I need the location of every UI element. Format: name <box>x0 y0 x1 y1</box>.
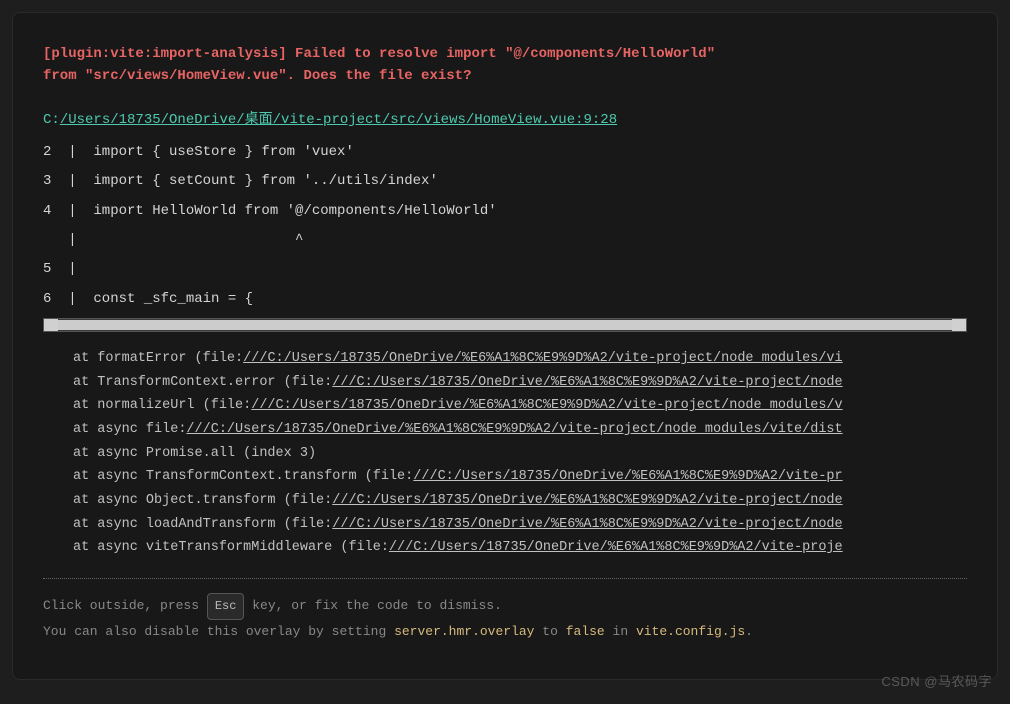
esc-key-badge: Esc <box>207 593 245 620</box>
stack-trace: at formatError (file:///C:/Users/18735/O… <box>73 347 967 560</box>
tip-text: key, or fix the code to dismiss. <box>244 598 501 613</box>
scroll-right-arrow-icon[interactable] <box>952 319 966 331</box>
code-line: 2 | import { useStore } from 'vuex' <box>43 138 967 167</box>
watermark: CSDN @马农码字 <box>881 671 992 690</box>
stack-line: at async viteTransformMiddleware (file:/… <box>73 536 967 560</box>
stack-line: at normalizeUrl (file:///C:/Users/18735/… <box>73 394 967 418</box>
error-message-2: from "src/views/HomeView.vue". Does the … <box>43 68 471 84</box>
config-key: server.hmr.overlay <box>394 624 534 639</box>
code-line: 4 | import HelloWorld from '@/components… <box>43 197 967 226</box>
stack-prefix: at async loadAndTransform (file: <box>73 517 332 532</box>
tip-text: Click outside, press <box>43 598 207 613</box>
error-message-1: Failed to resolve import "@/components/H… <box>287 46 715 62</box>
stack-prefix: at formatError (file: <box>73 351 243 366</box>
stack-prefix: at TransformContext.error (file: <box>73 375 332 390</box>
stack-prefix: at async file: <box>73 422 186 437</box>
stack-file-link[interactable]: ///C:/Users/18735/OneDrive/%E6%A1%8C%E9%… <box>332 375 842 390</box>
stack-file-link[interactable]: ///C:/Users/18735/OneDrive/%E6%A1%8C%E9%… <box>251 398 842 413</box>
stack-prefix: at async viteTransformMiddleware (file: <box>73 540 389 555</box>
stack-line: at async loadAndTransform (file:///C:/Us… <box>73 513 967 537</box>
plugin-tag: [plugin:vite:import-analysis] <box>43 46 287 62</box>
config-file: vite.config.js <box>636 624 745 639</box>
stack-line: at async file:///C:/Users/18735/OneDrive… <box>73 418 967 442</box>
dismiss-tip: Click outside, press Esc key, or fix the… <box>43 593 967 620</box>
stack-prefix: at async TransformContext.transform (fil… <box>73 469 413 484</box>
stack-line: at async Promise.all (index 3) <box>73 442 967 466</box>
code-line: 6 | const _sfc_main = { <box>43 285 967 314</box>
stack-prefix: at async Promise.all (index 3) <box>73 446 316 461</box>
stack-line: at async Object.transform (file:///C:/Us… <box>73 489 967 513</box>
tip-text: . <box>745 624 753 639</box>
file-drive: C: <box>43 112 60 128</box>
code-frame: 2 | import { useStore } from 'vuex'3 | i… <box>43 138 967 314</box>
stack-prefix: at async Object.transform (file: <box>73 493 332 508</box>
scroll-left-arrow-icon[interactable] <box>44 319 58 331</box>
code-line: 3 | import { setCount } from '../utils/i… <box>43 167 967 196</box>
config-value: false <box>566 624 605 639</box>
tip-text: to <box>535 624 566 639</box>
stack-line: at formatError (file:///C:/Users/18735/O… <box>73 347 967 371</box>
stack-file-link[interactable]: ///C:/Users/18735/OneDrive/%E6%A1%8C%E9%… <box>243 351 843 366</box>
stack-file-link[interactable]: ///C:/Users/18735/OneDrive/%E6%A1%8C%E9%… <box>389 540 843 555</box>
stack-prefix: at normalizeUrl (file: <box>73 398 251 413</box>
code-line: | ^ <box>43 226 967 255</box>
disable-tip: You can also disable this overlay by set… <box>43 620 967 645</box>
stack-file-link[interactable]: ///C:/Users/18735/OneDrive/%E6%A1%8C%E9%… <box>332 493 842 508</box>
file-path: /Users/18735/OneDrive/桌面/vite-project/sr… <box>60 112 617 128</box>
stack-file-link[interactable]: ///C:/Users/18735/OneDrive/%E6%A1%8C%E9%… <box>413 469 842 484</box>
horizontal-scrollbar[interactable] <box>43 318 967 332</box>
tip-text: in <box>605 624 636 639</box>
divider <box>43 578 967 579</box>
stack-file-link[interactable]: ///C:/Users/18735/OneDrive/%E6%A1%8C%E9%… <box>332 517 842 532</box>
file-location[interactable]: C:/Users/18735/OneDrive/桌面/vite-project/… <box>43 108 617 128</box>
vite-error-overlay: [plugin:vite:import-analysis] Failed to … <box>12 12 998 680</box>
code-line: 5 | <box>43 255 967 284</box>
stack-file-link[interactable]: ///C:/Users/18735/OneDrive/%E6%A1%8C%E9%… <box>186 422 842 437</box>
tip-text: You can also disable this overlay by set… <box>43 624 394 639</box>
stack-line: at async TransformContext.transform (fil… <box>73 465 967 489</box>
stack-line: at TransformContext.error (file:///C:/Us… <box>73 371 967 395</box>
error-header: [plugin:vite:import-analysis] Failed to … <box>43 43 967 88</box>
